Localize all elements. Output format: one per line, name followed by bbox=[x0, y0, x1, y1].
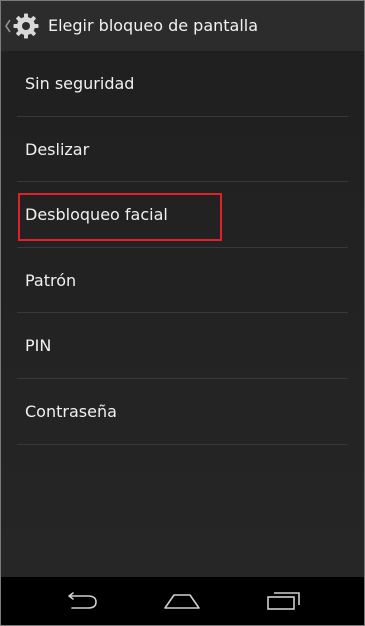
lock-options-list: Sin seguridad Deslizar Desbloqueo facial… bbox=[1, 51, 364, 445]
action-bar: Elegir bloqueo de pantalla bbox=[1, 1, 364, 51]
navigation-bar bbox=[1, 577, 364, 625]
recents-button[interactable] bbox=[254, 577, 314, 625]
option-label: Deslizar bbox=[25, 139, 90, 159]
home-icon bbox=[164, 594, 200, 609]
divider bbox=[17, 443, 348, 445]
option-label: Sin seguridad bbox=[25, 74, 135, 93]
recents-icon bbox=[267, 592, 300, 610]
phone-screen: Elegir bloqueo de pantalla Sin seguridad… bbox=[0, 0, 365, 626]
option-label: Contraseña bbox=[25, 401, 117, 421]
option-deslizar[interactable]: Deslizar bbox=[1, 117, 364, 183]
home-button[interactable] bbox=[152, 577, 212, 625]
back-button[interactable] bbox=[52, 577, 112, 625]
option-label: Patrón bbox=[25, 270, 77, 290]
option-patron[interactable]: Patrón bbox=[1, 248, 364, 314]
option-label: PIN bbox=[25, 336, 52, 356]
option-sin-seguridad[interactable]: Sin seguridad bbox=[1, 51, 364, 117]
back-icon bbox=[68, 592, 97, 609]
highlight-box bbox=[18, 193, 222, 241]
option-pin[interactable]: PIN bbox=[1, 313, 364, 379]
chevron-left-icon[interactable] bbox=[4, 17, 12, 35]
page-title: Elegir bloqueo de pantalla bbox=[48, 16, 259, 35]
gear-icon[interactable] bbox=[12, 12, 40, 40]
option-contrasena[interactable]: Contraseña bbox=[1, 379, 364, 445]
settings-screen: Elegir bloqueo de pantalla Sin seguridad… bbox=[1, 1, 364, 577]
